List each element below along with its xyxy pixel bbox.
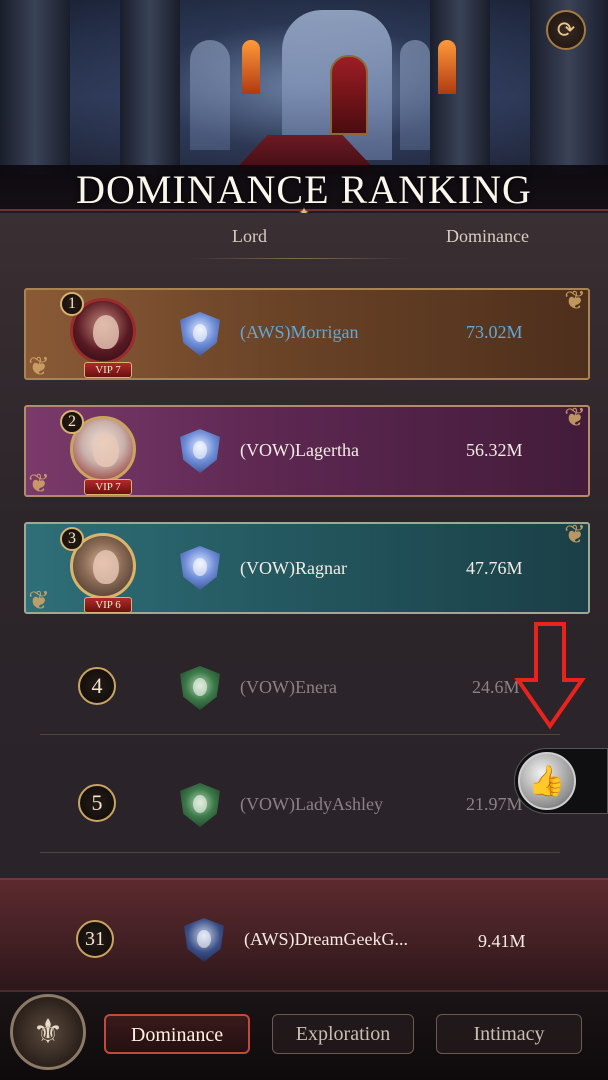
corner-ornament-icon: ❦ [564,520,586,550]
like-button[interactable]: 👍 [518,752,576,810]
corner-ornament-icon: ❦ [564,403,586,433]
column-header-lord: Lord [232,226,267,246]
refresh-icon: ⟳ [556,17,576,43]
row-divider [40,852,560,853]
lord-name: (VOW)Enera [240,677,337,697]
tab-intimacy[interactable]: Intimacy [436,1014,582,1054]
corner-ornament-icon: ❦ [28,469,50,499]
my-lord-name: (AWS)DreamGeekG... [244,929,408,949]
my-dominance-value: 9.41M [478,931,526,951]
column-divider [188,258,410,259]
throne [330,55,368,135]
rank-badge: 1 [60,292,84,316]
rank-badge: 2 [60,410,84,434]
vip-badge: VIP 7 [84,479,132,495]
row-divider [40,734,560,735]
dominance-value: 21.97M [466,794,523,814]
lord-name: (VOW)Lagertha [240,440,359,460]
vip-badge: VIP 7 [84,362,132,378]
corner-ornament-icon: ❦ [28,586,50,616]
tab-dominance[interactable]: Dominance [104,1014,250,1054]
red-arrow-icon [514,622,586,730]
vip-badge: VIP 6 [84,597,132,613]
column-header-dominance: Dominance [446,226,529,246]
lord-name: (VOW)Ragnar [240,558,347,578]
corner-ornament-icon: ❦ [28,352,50,382]
dominance-value: 24.6M [472,677,520,697]
lord-name: (AWS)Morrigan [240,322,359,342]
rank-badge: 3 [60,527,84,551]
emblem-logo-icon: ⚜ [32,1012,64,1052]
dominance-value: 56.32M [466,440,523,460]
corner-ornament-icon: ❦ [564,286,586,316]
dominance-value: 47.76M [466,558,523,578]
rank-badge: 4 [78,667,116,705]
back-button[interactable]: ⚜ [10,994,86,1070]
my-rank-badge: 31 [76,920,114,958]
tab-exploration[interactable]: Exploration [272,1014,414,1054]
refresh-button[interactable]: ⟳ [546,10,586,50]
dominance-value: 73.02M [466,322,523,342]
thumbs-up-icon: 👍 [528,763,566,799]
rank-badge: 5 [78,784,116,822]
lord-name: (VOW)LadyAshley [240,794,383,814]
